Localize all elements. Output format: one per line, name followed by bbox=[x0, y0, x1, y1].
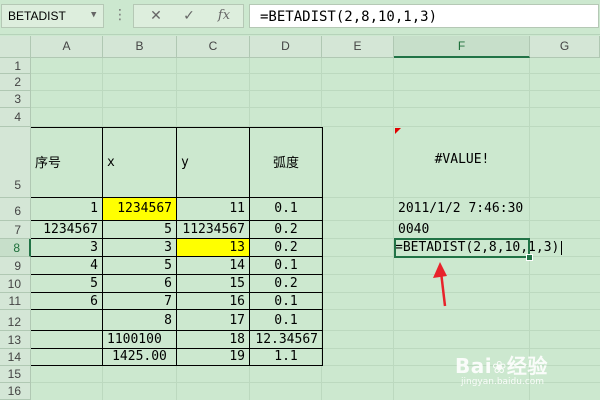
cell-c14[interactable]: 19 bbox=[177, 349, 249, 366]
column-header-a[interactable]: A bbox=[31, 36, 103, 58]
cell-d9[interactable]: 0.1 bbox=[250, 258, 322, 275]
cell-a6[interactable]: 1 bbox=[31, 201, 102, 219]
cell-b5[interactable]: x bbox=[103, 155, 176, 173]
cell-f5[interactable]: #VALUE! bbox=[394, 152, 530, 170]
text-cursor bbox=[561, 240, 563, 255]
row-header-10[interactable]: 10 bbox=[0, 275, 31, 293]
cell-d12[interactable]: 0.1 bbox=[250, 313, 322, 330]
row-header-1[interactable]: 1 bbox=[0, 58, 31, 74]
formula-text: =BETADIST(2,8,10,1,3) bbox=[260, 9, 438, 25]
name-box[interactable]: BETADIST ▼ bbox=[1, 4, 104, 28]
column-header-g[interactable]: G bbox=[530, 36, 600, 58]
row-header-7[interactable]: 7 bbox=[0, 221, 31, 239]
cell-d11[interactable]: 0.1 bbox=[250, 294, 322, 310]
cell-b14[interactable]: 1425.00 bbox=[103, 349, 176, 366]
column-header-e[interactable]: E bbox=[322, 36, 394, 58]
cell-b6[interactable]: 1234567 bbox=[103, 201, 176, 219]
arrow-annotation-icon bbox=[433, 262, 447, 307]
cell-f6[interactable]: 2011/1/2 7:46:30 bbox=[394, 201, 530, 219]
paw-icon: ❀ bbox=[492, 358, 507, 378]
cell-a8[interactable]: 3 bbox=[31, 240, 102, 257]
row-header-16[interactable]: 16 bbox=[0, 383, 31, 400]
cell-c10[interactable]: 15 bbox=[177, 276, 249, 293]
cell-c9[interactable]: 14 bbox=[177, 258, 249, 275]
chevron-down-icon[interactable]: ▼ bbox=[91, 10, 96, 20]
watermark: Bai❀经验 jingyan.baidu.com bbox=[455, 350, 548, 387]
watermark-brand-a: Bai bbox=[455, 354, 493, 378]
cell-b10[interactable]: 6 bbox=[103, 276, 176, 293]
column-header-d[interactable]: D bbox=[250, 36, 322, 58]
cell-c13[interactable]: 18 bbox=[177, 332, 249, 349]
column-header-c[interactable]: C bbox=[177, 36, 250, 58]
enter-check-icon[interactable]: ✓ bbox=[177, 7, 201, 25]
row-header-2[interactable]: 2 bbox=[0, 74, 31, 91]
cell-c11[interactable]: 16 bbox=[177, 294, 249, 310]
cell-b11[interactable]: 7 bbox=[103, 294, 176, 310]
column-header-f[interactable]: F bbox=[394, 36, 530, 58]
comment-indicator[interactable] bbox=[395, 128, 401, 134]
cell-a5[interactable]: 序号 bbox=[31, 152, 102, 171]
active-cell-border bbox=[394, 238, 530, 258]
row-header-4[interactable]: 4 bbox=[0, 108, 31, 127]
cancel-icon[interactable]: ✕ bbox=[144, 7, 168, 25]
cell-a11[interactable]: 6 bbox=[31, 294, 102, 310]
cell-b7[interactable]: 5 bbox=[103, 222, 176, 239]
cell-b9[interactable]: 5 bbox=[103, 258, 176, 275]
cell-c12[interactable]: 17 bbox=[177, 313, 249, 330]
cell-f7[interactable]: 0040 bbox=[394, 222, 530, 239]
formula-input[interactable]: =BETADIST(2,8,10,1,3) bbox=[249, 4, 599, 28]
cell-d7[interactable]: 0.2 bbox=[250, 222, 322, 239]
cell-a10[interactable]: 5 bbox=[31, 276, 102, 293]
fill-handle[interactable] bbox=[526, 254, 533, 261]
row-header-12[interactable]: 12 bbox=[0, 310, 31, 331]
vertical-dots-icon[interactable]: ⋮ bbox=[113, 7, 127, 23]
row-header-9[interactable]: 9 bbox=[0, 257, 31, 275]
cell-b12[interactable]: 8 bbox=[103, 313, 176, 330]
cell-c6[interactable]: 11 bbox=[177, 201, 249, 219]
cell-a9[interactable]: 4 bbox=[31, 258, 102, 275]
select-all-corner[interactable] bbox=[0, 36, 31, 58]
formula-bar-area: BETADIST ▼ ⋮ ✕ ✓ fx =BETADIST(2,8,10,1,3… bbox=[0, 0, 600, 35]
cell-b13[interactable]: 1100100 bbox=[103, 332, 176, 349]
row-header-11[interactable]: 11 bbox=[0, 293, 31, 310]
row-header-8[interactable]: 8 bbox=[0, 239, 31, 257]
cell-a7[interactable]: 1234567 bbox=[31, 222, 102, 239]
insert-function-icon[interactable]: fx bbox=[212, 7, 236, 25]
row-header-3[interactable]: 3 bbox=[0, 91, 31, 108]
cell-d8[interactable]: 0.2 bbox=[250, 240, 322, 257]
watermark-brand-b: 经验 bbox=[506, 354, 548, 378]
watermark-url: jingyan.baidu.com bbox=[461, 377, 545, 387]
formula-buttons: ✕ ✓ fx bbox=[133, 4, 244, 28]
cell-d5[interactable]: 弧度 bbox=[250, 152, 322, 171]
cell-c8[interactable]: 13 bbox=[177, 240, 249, 257]
row-header-13[interactable]: 13 bbox=[0, 331, 31, 349]
row-header-14[interactable]: 14 bbox=[0, 349, 31, 366]
cell-d6[interactable]: 0.1 bbox=[250, 201, 322, 219]
cell-d10[interactable]: 0.2 bbox=[250, 276, 322, 293]
column-header-b[interactable]: B bbox=[103, 36, 177, 58]
row-header-5[interactable]: 5 bbox=[0, 127, 31, 198]
cell-b8[interactable]: 3 bbox=[103, 240, 176, 257]
cell-c5[interactable]: y bbox=[177, 155, 249, 173]
cell-d13[interactable]: 12.34567 bbox=[250, 332, 322, 349]
row-header-6[interactable]: 6 bbox=[0, 198, 31, 221]
row-header-15[interactable]: 15 bbox=[0, 366, 31, 383]
name-box-value: BETADIST bbox=[8, 9, 66, 23]
cell-c7[interactable]: 11234567 bbox=[177, 222, 249, 239]
cell-d14[interactable]: 1.1 bbox=[250, 349, 322, 366]
